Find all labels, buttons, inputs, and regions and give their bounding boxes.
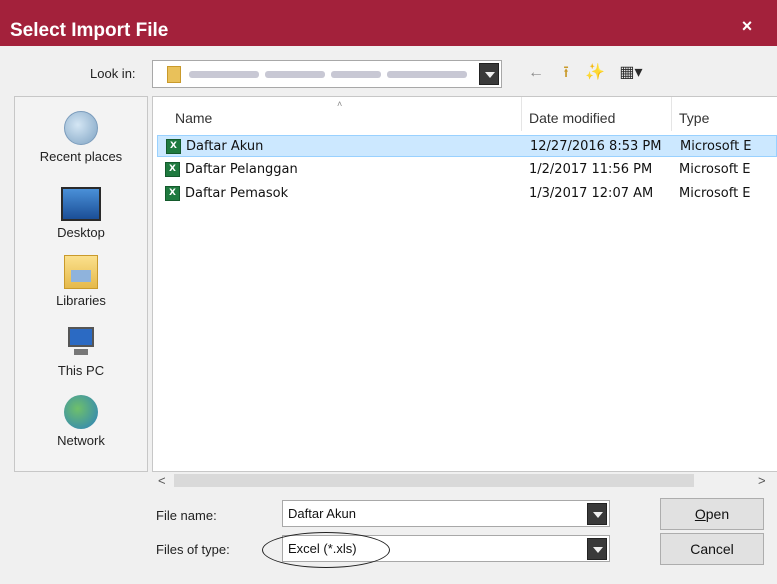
chevron-down-icon[interactable] — [479, 63, 499, 85]
column-header-type[interactable]: Type — [679, 110, 709, 126]
file-type: Microsoft E — [679, 186, 751, 201]
place-libraries[interactable]: Libraries — [15, 255, 147, 308]
file-row-daftar-akun[interactable]: X Daftar Akun 12/27/2016 8:53 PM Microso… — [157, 135, 777, 157]
places-bar: Recent places Desktop Libraries This PC … — [14, 96, 148, 472]
file-date: 1/2/2017 11:56 PM — [529, 162, 653, 177]
file-date: 1/3/2017 12:07 AM — [529, 186, 654, 201]
column-divider[interactable] — [671, 97, 672, 131]
sort-ascending-icon: ˄ — [337, 99, 343, 109]
place-label: Libraries — [56, 293, 106, 308]
place-label: Network — [57, 433, 105, 448]
libraries-icon — [64, 255, 98, 289]
file-row-daftar-pelanggan[interactable]: X Daftar Pelanggan 1/2/2017 11:56 PM Mic… — [157, 159, 777, 181]
this-pc-icon — [64, 325, 98, 359]
file-type: Microsoft E — [679, 162, 751, 177]
scroll-right-icon[interactable]: > — [758, 472, 766, 489]
network-icon — [64, 395, 98, 429]
view-menu-icon[interactable]: ▦▾ — [614, 62, 648, 84]
cancel-button[interactable]: Cancel — [660, 533, 764, 565]
title-bar[interactable]: Select Import File × — [0, 0, 777, 46]
obscured-path-segment — [189, 71, 259, 78]
place-label: Desktop — [57, 225, 105, 240]
look-in-label: Look in: — [90, 66, 136, 81]
obscured-path-segment — [387, 71, 467, 78]
desktop-icon — [61, 187, 101, 221]
excel-file-icon: X — [166, 139, 181, 154]
file-name-label: File name: — [156, 508, 217, 523]
place-desktop[interactable]: Desktop — [15, 187, 147, 240]
up-folder-icon[interactable]: ⭱ — [555, 62, 577, 84]
dialog-title: Select Import File — [10, 20, 169, 41]
open-mnemonic: O — [694, 506, 706, 522]
new-folder-icon[interactable]: ✨ — [584, 62, 606, 84]
chevron-down-icon[interactable] — [587, 503, 607, 525]
file-name: Daftar Pelanggan — [185, 162, 298, 177]
chevron-down-icon[interactable] — [587, 538, 607, 560]
recent-places-icon — [64, 111, 98, 145]
back-arrow-icon[interactable]: ← — [525, 62, 547, 84]
scrollbar-thumb[interactable] — [174, 474, 694, 487]
place-label: This PC — [57, 363, 105, 378]
obscured-path-segment — [265, 71, 325, 78]
excel-file-icon: X — [165, 162, 180, 177]
open-label: pen — [705, 506, 730, 522]
open-button[interactable]: Open — [660, 498, 764, 530]
place-recent-places[interactable]: Recent places — [15, 111, 147, 164]
highlight-ellipse-annotation — [262, 532, 390, 568]
place-label: Recent places — [39, 149, 123, 164]
excel-file-icon: X — [165, 186, 180, 201]
place-network[interactable]: Network — [15, 395, 147, 448]
column-header-name[interactable]: Name — [175, 110, 212, 126]
scroll-left-icon[interactable]: < — [158, 472, 166, 489]
file-name-value: Daftar Akun — [288, 506, 356, 521]
place-this-pc[interactable]: This PC — [15, 325, 147, 378]
file-type: Microsoft E — [680, 139, 752, 154]
file-name: Daftar Akun — [186, 139, 264, 154]
file-date: 12/27/2016 8:53 PM — [530, 139, 662, 154]
file-name: Daftar Pemasok — [185, 186, 289, 201]
column-divider[interactable] — [521, 97, 522, 131]
file-row-daftar-pemasok[interactable]: X Daftar Pemasok 1/3/2017 12:07 AM Micro… — [157, 183, 777, 205]
look-in-combobox[interactable] — [152, 60, 502, 88]
obscured-path-segment — [331, 71, 381, 78]
column-header-date-modified[interactable]: Date modified — [529, 110, 615, 126]
file-list[interactable]: ˄ Name Date modified Type X Daftar Akun … — [152, 96, 777, 472]
horizontal-scrollbar[interactable]: < > — [152, 472, 777, 489]
files-of-type-label: Files of type: — [156, 542, 230, 557]
close-icon[interactable]: × — [735, 14, 759, 38]
folder-icon — [167, 66, 181, 83]
file-name-combobox[interactable]: Daftar Akun — [282, 500, 610, 527]
select-import-file-dialog: Select Import File × Look in: ← ⭱ ✨ ▦▾ R… — [0, 0, 777, 584]
